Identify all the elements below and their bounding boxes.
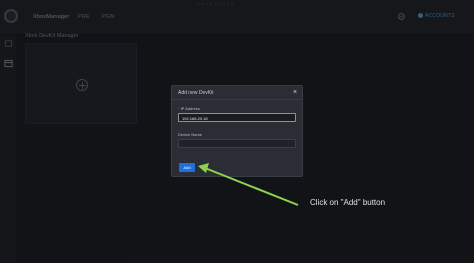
- annotation-arrow: [198, 163, 299, 206]
- annotation-text: Click on "Add" button: [310, 198, 386, 207]
